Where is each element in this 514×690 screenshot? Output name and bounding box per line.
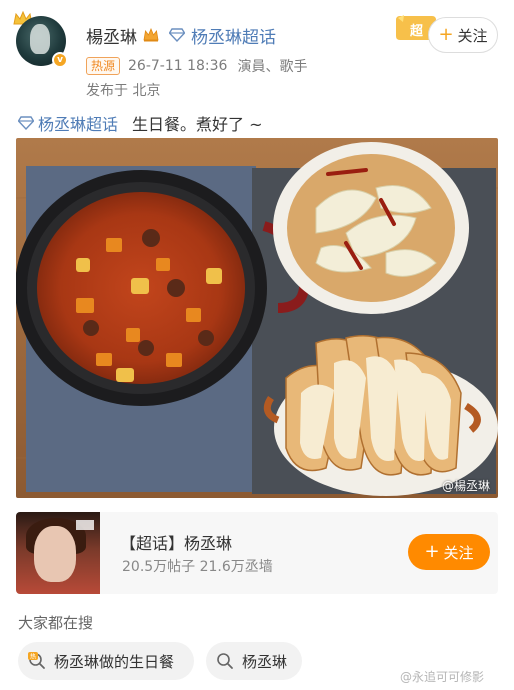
search-chip-label: 杨丞琳做的生日餐 xyxy=(54,652,175,671)
plus-icon: + xyxy=(438,24,454,45)
supertopic-follow-button[interactable]: + 关注 xyxy=(408,534,490,570)
post-location: 发布于 北京 xyxy=(86,83,161,99)
diamond-icon xyxy=(169,28,185,42)
user-name-row: 楊丞琳 杨丞琳超话 xyxy=(86,23,276,48)
search-heading: 大家都在搜 xyxy=(18,614,94,632)
post-topic-link[interactable]: 杨丞琳超话 xyxy=(38,111,118,135)
post-meta: 热源 26-7-11 18:36 演員、歌手 xyxy=(86,56,307,76)
search-chip-birthday-meal[interactable]: 热 杨丞琳做的生日餐 xyxy=(18,642,194,680)
post-text: 杨丞琳超话 生日餐。煮好了 ~ xyxy=(18,112,263,134)
post-timestamp: 26-7-11 18:36 xyxy=(128,58,228,74)
photo-watermark: @楊丞琳 xyxy=(441,479,490,493)
crown-icon xyxy=(143,28,159,42)
supertopic-follow-label: 关注 xyxy=(443,543,474,562)
search-chip-label: 杨丞琳 xyxy=(242,652,288,671)
follow-button[interactable]: + 关注 xyxy=(428,17,498,53)
super-badge-label: 超 xyxy=(410,24,424,39)
supertopic-stats: 20.5万帖子 21.6万丞墙 xyxy=(122,559,273,575)
supertopic-thumbnail xyxy=(16,512,100,594)
post-body: 生日餐。煮好了 ~ xyxy=(132,115,263,134)
diamond-icon xyxy=(18,116,34,130)
follow-button-label: 关注 xyxy=(457,26,488,45)
plus-icon: + xyxy=(424,541,440,562)
bottom-watermark: @永追可可修影 xyxy=(400,670,485,684)
hot-source-badge: 热源 xyxy=(86,57,121,75)
search-icon xyxy=(217,653,233,669)
avatar-container[interactable]: v xyxy=(13,10,72,70)
verified-badge-icon: v xyxy=(52,52,68,68)
user-name[interactable]: 楊丞琳 xyxy=(86,23,137,48)
food-photo-image xyxy=(16,138,498,498)
supertopic-link[interactable]: 杨丞琳超话 xyxy=(191,23,276,48)
hot-search-icon: 热 xyxy=(28,652,45,669)
svg-text:热: 热 xyxy=(30,653,36,661)
post-photo[interactable]: @楊丞琳 xyxy=(16,138,498,498)
supertopic-title: 【超话】杨丞琳 xyxy=(120,534,233,553)
search-chip-name[interactable]: 杨丞琳 xyxy=(206,642,302,680)
supertopic-card[interactable]: 【超话】杨丞琳 20.5万帖子 21.6万丞墙 + 关注 xyxy=(16,512,498,594)
user-tags: 演員、歌手 xyxy=(237,59,308,75)
